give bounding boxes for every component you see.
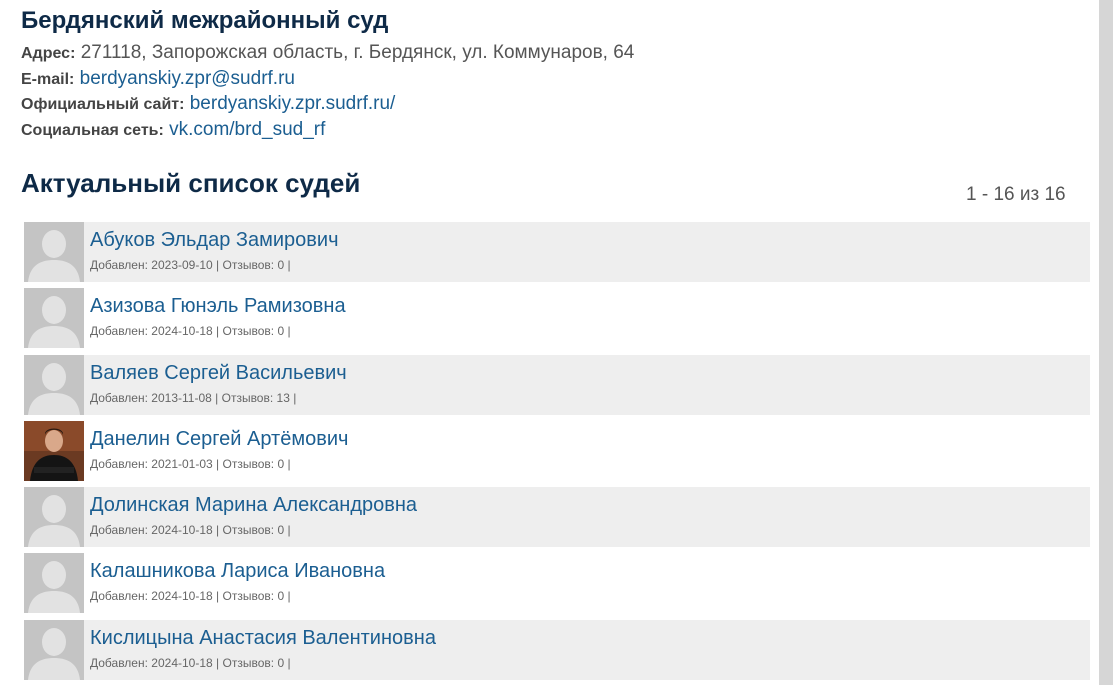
placeholder-avatar-icon[interactable] [24,487,84,548]
judge-row: Азизова Гюнэль Рамизовна Добавлен: 2024-1… [24,288,1090,349]
separator: | [216,258,220,272]
added-label: Добавлен: [90,456,148,471]
reviews-count: 0 [277,324,285,339]
added-date: 2024-10-18 [151,523,213,538]
reviews-label: Отзывов: [222,589,275,604]
added-label: Добавлен: [90,589,148,604]
reviews-label: Отзывов: [222,456,275,471]
address-line: Адрес: 271118, Запорожская область, г. Б… [21,42,634,64]
added-label: Добавлен: [90,523,148,538]
judge-name-link[interactable]: Долинская Марина Александровна [90,494,417,517]
judge-name-link[interactable]: Данелин Сергей Артёмович [90,428,348,451]
address-label: Адрес: [21,45,76,62]
judge-row: Кислицына Анастасия Валентиновна Добавлен… [24,619,1090,680]
judge-name-link[interactable]: Абуков Эльдар Замирович [90,229,339,252]
judge-info: Валяев Сергей Васильевич Добавлен: 2013-1… [90,355,347,405]
placeholder-avatar-icon[interactable] [24,354,84,415]
added-date: 2024-10-18 [151,655,213,670]
judge-row: Долинская Марина Александровна Добавлен: … [24,487,1090,548]
placeholder-avatar-icon[interactable] [24,288,84,349]
social-label: Социальная сеть: [21,122,164,139]
judge-meta: Добавлен: 2021-01-03 | Отзывов: 0 | [90,457,348,471]
reviews-count: 0 [277,258,285,272]
judge-meta: Добавлен: 2024-10-18 | Отзывов: 0 | [90,523,417,537]
judge-photo[interactable] [24,420,84,481]
judge-name-link[interactable]: Валяев Сергей Васильевич [90,362,347,385]
separator: | [216,456,220,471]
separator: | [287,456,291,471]
separator: | [287,324,291,339]
judge-info: Азизова Гюнэль Рамизовна Добавлен: 2024-1… [90,288,346,338]
page-content: Бердянский межрайонный суд Адрес: 271118… [0,0,1098,685]
judge-row: Абуков Эльдар Замирович Добавлен: 2023-09… [24,222,1090,282]
reviews-label: Отзывов: [222,258,275,272]
judge-info: Кислицына Анастасия Валентиновна Добавлен… [90,620,436,670]
separator: | [293,390,297,405]
judge-meta: Добавлен: 2023-09-10 | Отзывов: 0 | [90,258,339,272]
added-date: 2024-10-18 [151,589,213,604]
reviews-count: 0 [277,655,285,670]
court-title: Бердянский межрайонный суд [21,7,389,34]
judge-info: Данелин Сергей Артёмович Добавлен: 2021-0… [90,421,348,471]
site-label: Официальный сайт: [21,96,185,113]
added-label: Добавлен: [90,324,148,339]
placeholder-avatar-icon[interactable] [24,553,84,614]
judge-row: Данелин Сергей Артёмович Добавлен: 2021-0… [24,420,1090,481]
email-label: E-mail: [21,71,75,88]
separator: | [287,589,291,604]
judge-meta: Добавлен: 2013-11-08 | Отзывов: 13 | [90,391,347,405]
email-link[interactable]: berdyanskiy.zpr@sudrf.ru [80,68,295,89]
reviews-label: Отзывов: [222,655,275,670]
judge-row: Калашникова Лариса Ивановна Добавлен: 202… [24,553,1090,614]
email-line: E-mail: berdyanskiy.zpr@sudrf.ru [21,68,295,90]
judge-name-link[interactable]: Калашникова Лариса Ивановна [90,560,385,583]
separator: | [215,390,219,405]
judge-meta: Добавлен: 2024-10-18 | Отзывов: 0 | [90,656,436,670]
judge-name-link[interactable]: Кислицына Анастасия Валентиновна [90,627,436,650]
social-link[interactable]: vk.com/brd_sud_rf [169,119,325,140]
reviews-label: Отзывов: [221,390,274,405]
judge-name-link[interactable]: Азизова Гюнэль Рамизовна [90,295,346,318]
site-link[interactable]: berdyanskiy.zpr.sudrf.ru/ [190,93,396,114]
judge-meta: Добавлен: 2024-10-18 | Отзывов: 0 | [90,324,346,338]
added-label: Добавлен: [90,655,148,670]
separator: | [287,258,291,272]
separator: | [216,655,220,670]
separator: | [216,523,220,538]
separator: | [216,589,220,604]
separator: | [287,655,291,670]
reviews-count: 0 [277,456,285,471]
judge-info: Долинская Марина Александровна Добавлен: … [90,487,417,537]
pagination-count: 1 - 16 из 16 [966,184,1066,205]
placeholder-avatar-icon[interactable] [24,619,84,680]
added-date: 2024-10-18 [151,324,213,339]
reviews-count: 0 [277,523,285,538]
added-date: 2023-09-10 [151,258,213,272]
social-line: Социальная сеть: vk.com/brd_sud_rf [21,119,325,141]
judge-info: Абуков Эльдар Замирович Добавлен: 2023-09… [90,222,339,272]
judges-section-title: Актуальный список судей [21,168,361,198]
reviews-count: 13 [276,390,290,405]
judges-list: Абуков Эльдар Замирович Добавлен: 2023-09… [24,222,1090,686]
site-line: Официальный сайт: berdyanskiy.zpr.sudrf.… [21,93,395,115]
vertical-scrollbar[interactable] [1099,0,1113,685]
judge-meta: Добавлен: 2024-10-18 | Отзывов: 0 | [90,589,385,603]
added-date: 2021-01-03 [151,456,213,471]
judge-row: Валяев Сергей Васильевич Добавлен: 2013-1… [24,354,1090,415]
reviews-label: Отзывов: [222,523,275,538]
separator: | [287,523,291,538]
address-value: 271118, Запорожская область, г. Бердянск… [80,42,635,63]
added-label: Добавлен: [90,390,148,405]
placeholder-avatar-icon[interactable] [24,222,84,282]
added-label: Добавлен: [90,258,148,272]
separator: | [216,324,220,339]
reviews-label: Отзывов: [222,324,275,339]
added-date: 2013-11-08 [151,390,212,405]
reviews-count: 0 [277,589,285,604]
judge-info: Калашникова Лариса Ивановна Добавлен: 202… [90,553,385,603]
